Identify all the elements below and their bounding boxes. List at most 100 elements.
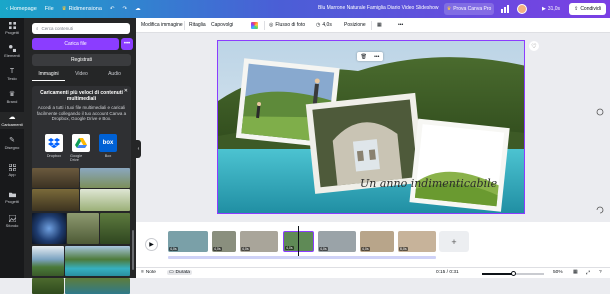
add-page-button[interactable]: + bbox=[439, 231, 469, 252]
color-palette-icon bbox=[251, 22, 258, 29]
rail-item-elementi[interactable]: Elementi bbox=[0, 45, 24, 58]
grid-view-icon[interactable]: ▦ bbox=[573, 270, 578, 275]
trash-icon[interactable]: 🗑 bbox=[361, 54, 367, 60]
uploaded-image[interactable] bbox=[67, 213, 99, 244]
timeline-clip[interactable]: 4,0s bbox=[168, 231, 208, 252]
present-button[interactable]: ▶ 31,0s bbox=[537, 3, 565, 15]
refresh-icon[interactable] bbox=[596, 206, 604, 214]
design-canvas[interactable]: Un anno indimenticabile bbox=[217, 40, 525, 214]
uploaded-image[interactable] bbox=[65, 246, 130, 276]
box-button[interactable]: box Box bbox=[97, 134, 119, 158]
notes-icon: ≡ bbox=[141, 270, 144, 275]
edit-image-button[interactable]: Modifica immagine bbox=[141, 22, 183, 28]
rotate-icon[interactable] bbox=[596, 108, 604, 116]
photo-frame[interactable] bbox=[409, 118, 510, 212]
upload-file-button[interactable]: Carica file bbox=[32, 38, 119, 50]
rail-item-caricamenti[interactable]: ☁ Caricamenti bbox=[0, 112, 24, 129]
crop-button[interactable]: Ritaglia bbox=[189, 22, 206, 28]
crown-icon: ♛ bbox=[61, 6, 67, 12]
search-input[interactable]: ⌕ Cerca contenuti bbox=[32, 23, 130, 34]
flip-button[interactable]: Capovolgi bbox=[211, 22, 233, 28]
avatar[interactable] bbox=[517, 4, 527, 14]
fullscreen-icon[interactable]: ⤢ bbox=[586, 270, 590, 276]
cloud-upload-icon: ☁ bbox=[8, 114, 16, 121]
panel-scrollbar[interactable] bbox=[132, 230, 134, 270]
chevron-left-icon: ‹ bbox=[6, 6, 8, 12]
timeline-clip[interactable]: 4,0s bbox=[360, 231, 394, 252]
play-icon: ▶ bbox=[541, 6, 546, 12]
text-icon: T bbox=[9, 68, 15, 75]
zoom-slider[interactable] bbox=[482, 271, 544, 276]
rail-item-progetti-folder[interactable]: Progetti bbox=[0, 191, 24, 204]
redo-icon: ↷ bbox=[122, 6, 128, 12]
uploaded-image[interactable] bbox=[32, 168, 79, 188]
upload-more-button[interactable]: ••• bbox=[121, 38, 133, 50]
uploaded-image[interactable] bbox=[100, 213, 130, 244]
collapse-panel-button[interactable]: ‹ bbox=[136, 140, 141, 158]
duration-toggle[interactable]: ▭ Durata bbox=[167, 270, 192, 275]
uploaded-image[interactable] bbox=[80, 168, 130, 188]
uploaded-image[interactable] bbox=[32, 246, 64, 276]
play-button[interactable]: ▶ bbox=[145, 238, 158, 251]
home-button[interactable]: ‹ Homepage bbox=[6, 6, 37, 12]
play-icon: ▶ bbox=[149, 242, 154, 248]
zoom-knob[interactable] bbox=[510, 271, 516, 276]
undo-button[interactable]: ↶ bbox=[110, 6, 115, 12]
canvas-caption[interactable]: Un anno indimenticabile bbox=[360, 177, 498, 190]
insights-icon[interactable] bbox=[500, 4, 510, 14]
share-button[interactable]: ⇪ Condividi bbox=[569, 3, 606, 15]
try-pro-button[interactable]: ♛ Prova Canva Pro bbox=[444, 3, 494, 15]
timeline-clip[interactable]: 4,0s bbox=[212, 231, 236, 252]
more-icon[interactable]: ••• bbox=[374, 54, 379, 60]
tab-immagini[interactable]: Immagini bbox=[32, 71, 65, 81]
help-icon[interactable]: ? bbox=[599, 270, 602, 275]
redo-button[interactable]: ↷ bbox=[123, 6, 128, 12]
animate-icon: ◎ bbox=[269, 22, 274, 28]
cloud-save-icon[interactable]: ☁ bbox=[135, 6, 141, 12]
promo-text: Accedi a tutti i tuoi file multimediali … bbox=[36, 105, 127, 121]
more-options-button[interactable]: ••• bbox=[398, 22, 403, 28]
playhead[interactable] bbox=[298, 226, 299, 258]
zoom-level[interactable]: 50% bbox=[553, 270, 563, 275]
rail-item-app[interactable]: App bbox=[0, 164, 24, 177]
grid-icon bbox=[8, 22, 16, 29]
uploaded-image[interactable] bbox=[32, 213, 66, 244]
rail-item-progetti[interactable]: Progetti bbox=[0, 22, 24, 35]
position-button[interactable]: Posizione bbox=[344, 22, 366, 28]
rail-item-disegno[interactable]: ✎ Disegno bbox=[0, 137, 24, 150]
box-icon: box bbox=[102, 140, 114, 146]
background-icon bbox=[8, 215, 16, 222]
uploads-panel: ⌕ Cerca contenuti Carica file ••• Regist… bbox=[24, 18, 136, 294]
uploaded-image[interactable] bbox=[32, 278, 64, 294]
uploaded-image[interactable] bbox=[65, 278, 130, 294]
transparency-button[interactable]: ▦ bbox=[377, 22, 382, 28]
uploaded-image[interactable] bbox=[80, 189, 130, 211]
tab-audio[interactable]: Audio bbox=[98, 71, 131, 81]
design-title[interactable]: Blu Marrone Naturale Famiglia Diario Vid… bbox=[318, 5, 439, 11]
rail-item-sfondo[interactable]: Sfondo bbox=[0, 215, 24, 228]
timeline-clip[interactable]: 4,0s bbox=[240, 231, 278, 252]
timeline-clip[interactable]: 6,0s bbox=[398, 231, 436, 252]
duration-button[interactable]: ◷ 4,0s bbox=[316, 22, 332, 28]
timeline-clip[interactable]: 4,0s bbox=[318, 231, 356, 252]
record-button[interactable]: Registrati bbox=[32, 54, 131, 66]
audio-track[interactable] bbox=[168, 256, 436, 259]
top-bar: ‹ Homepage File ♛ Ridimensiona ↶ ↷ ☁ Blu… bbox=[0, 0, 610, 18]
color-button[interactable] bbox=[251, 22, 258, 29]
google-drive-button[interactable]: Google Drive bbox=[70, 134, 92, 162]
notes-button[interactable]: ≡ Note bbox=[141, 270, 156, 275]
photo-fade-button[interactable]: ◎ Flusso di foto bbox=[269, 22, 305, 28]
playback-time: 0:15 / 0:31 bbox=[436, 270, 459, 275]
resize-button[interactable]: ♛ Ridimensiona bbox=[62, 6, 102, 12]
tab-video[interactable]: Video bbox=[65, 71, 98, 81]
checkerboard-icon: ▦ bbox=[377, 22, 382, 28]
rail-item-brand[interactable]: ♛ Brand bbox=[0, 91, 24, 104]
element-context-menu: 🗑 ••• bbox=[357, 52, 383, 61]
crown-icon: ♛ bbox=[446, 6, 452, 12]
uploaded-image[interactable] bbox=[32, 189, 79, 211]
rail-item-testo[interactable]: T Testo bbox=[0, 68, 24, 81]
clock-icon: ◷ bbox=[316, 22, 321, 28]
heart-icon[interactable]: ♡ bbox=[529, 41, 539, 51]
file-menu[interactable]: File bbox=[45, 6, 54, 12]
dropbox-button[interactable]: Dropbox bbox=[43, 134, 65, 158]
